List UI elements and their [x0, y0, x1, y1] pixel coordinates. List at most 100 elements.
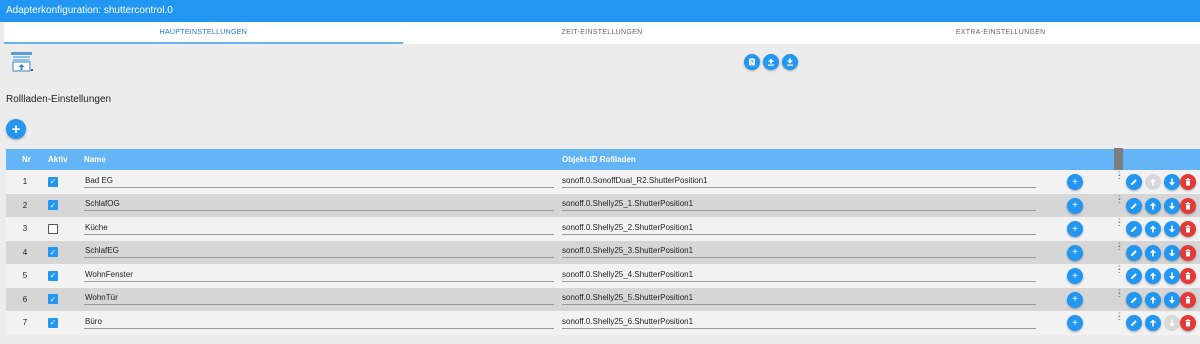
table-row: 4 ✓ SchlafEG sonoff.0.Shelly25_3.Shutter…: [6, 240, 1200, 265]
row-object-id-field[interactable]: sonoff.0.Shelly25_5.ShutterPosition1: [562, 288, 1040, 312]
drag-handle-icon[interactable]: ⁚⁚ ⁚⁚: [1118, 196, 1126, 205]
download-button[interactable]: [782, 54, 798, 70]
row-move-down-button[interactable]: [1164, 197, 1180, 214]
header-objekt-id: Objekt-ID Rollladen: [562, 155, 636, 164]
row-add-button[interactable]: +: [1067, 268, 1083, 284]
row-object-id-value: sonoff.0.Shelly25_4.ShutterPosition1: [562, 270, 1036, 282]
row-move-down-button[interactable]: [1164, 315, 1180, 331]
drag-handle-icon[interactable]: ⁚⁚ ⁚⁚: [1118, 172, 1126, 181]
pencil-icon: [1131, 296, 1137, 303]
arrow-down-icon: [1168, 249, 1176, 256]
row-delete-button[interactable]: [1180, 291, 1196, 308]
row-move-down-button[interactable]: [1164, 244, 1180, 261]
row-delete-button[interactable]: [1180, 244, 1196, 261]
row-object-id-value: sonoff.0.Shelly25_3.ShutterPosition1: [562, 246, 1036, 259]
row-add-button[interactable]: +: [1067, 221, 1083, 237]
checkbox-empty-icon: [48, 223, 58, 234]
row-active-checkbox[interactable]: ✓: [48, 264, 62, 288]
row-move-up-button[interactable]: [1145, 315, 1161, 331]
row-move-up-button[interactable]: [1145, 221, 1161, 237]
row-object-id-field[interactable]: sonoff.0.Shelly25_2.ShutterPosition1: [562, 217, 1040, 241]
tab-zeit-einstellungen[interactable]: ZEIT-EINSTELLUNGEN: [403, 22, 802, 44]
row-active-checkbox[interactable]: ✓: [48, 241, 62, 265]
drag-handle-icon[interactable]: ⁚⁚ ⁚⁚: [1118, 266, 1126, 275]
row-object-id-field[interactable]: sonoff.0.Shelly25_4.ShutterPosition1: [562, 264, 1040, 288]
drag-handle-icon[interactable]: ⁚⁚ ⁚⁚: [1118, 313, 1126, 322]
row-edit-button[interactable]: [1126, 268, 1142, 284]
table-row: 5 ✓ WohnFenster sonoff.0.Shelly25_4.Shut…: [6, 264, 1200, 288]
trash-icon: [1185, 319, 1191, 327]
table-header: Nr Aktiv Name Objekt-ID Rollladen: [6, 149, 1200, 170]
tab-extra-einstellungen[interactable]: EXTRA-EINSTELLUNGEN: [801, 22, 1200, 44]
svg-text:?: ?: [750, 60, 754, 66]
row-move-up-button[interactable]: [1145, 197, 1161, 214]
row-active-checkbox[interactable]: ✓: [48, 288, 62, 312]
row-move-up-button[interactable]: [1145, 244, 1161, 261]
row-add-button[interactable]: +: [1067, 315, 1083, 331]
table-row: 3 Küche sonoff.0.Shelly25_2.ShutterPosit…: [6, 217, 1200, 241]
row-add-button[interactable]: +: [1067, 291, 1083, 308]
arrow-up-icon: [1149, 178, 1157, 186]
row-name-field[interactable]: Büro: [84, 311, 558, 335]
checkmark-icon: ✓: [48, 270, 58, 281]
row-object-id-field[interactable]: sonoff.0.Shelly25_6.ShutterPosition1: [562, 311, 1040, 335]
row-object-id-field[interactable]: sonoff.0.SonoffDual_R2.ShutterPosition1: [562, 170, 1040, 194]
drag-handle-icon[interactable]: ⁚⁚ ⁚⁚: [1118, 290, 1126, 299]
row-edit-button[interactable]: [1126, 291, 1142, 308]
tab-bar: HAUPTEINSTELLUNGEN ZEIT-EINSTELLUNGEN EX…: [4, 22, 1200, 44]
help-button[interactable]: ?: [744, 54, 760, 70]
row-move-down-button[interactable]: [1164, 268, 1180, 284]
trash-icon: [1185, 201, 1191, 209]
drag-handle-icon[interactable]: ⁚⁚ ⁚⁚: [1118, 243, 1126, 252]
header-name: Name: [84, 155, 106, 164]
add-shutter-button[interactable]: +: [6, 119, 26, 139]
row-edit-button[interactable]: [1126, 197, 1142, 214]
row-delete-button[interactable]: [1180, 315, 1196, 331]
row-name-field[interactable]: SchlafOG: [84, 194, 558, 218]
row-delete-button[interactable]: [1180, 221, 1196, 237]
pencil-icon: [1131, 226, 1137, 232]
row-delete-button[interactable]: [1180, 174, 1196, 190]
row-move-down-button[interactable]: [1164, 221, 1180, 237]
row-name-field[interactable]: SchlafEG: [84, 241, 558, 265]
row-move-up-button[interactable]: [1145, 268, 1161, 284]
row-object-id-field[interactable]: sonoff.0.Shelly25_1.ShutterPosition1: [562, 194, 1040, 218]
row-add-button[interactable]: +: [1067, 174, 1083, 190]
upload-button[interactable]: [763, 54, 779, 70]
row-name-value: Küche: [84, 223, 554, 235]
row-active-checkbox[interactable]: ✓: [48, 170, 62, 194]
upload-icon: [768, 58, 774, 66]
arrow-up-icon: [1149, 296, 1157, 303]
row-name-value: SchlafOG: [84, 199, 554, 212]
row-delete-button[interactable]: [1180, 197, 1196, 214]
row-move-down-button[interactable]: [1164, 174, 1180, 190]
row-name-value: Büro: [84, 317, 554, 329]
row-active-checkbox[interactable]: [48, 217, 62, 241]
pencil-icon: [1131, 273, 1137, 279]
arrow-up-icon: [1149, 272, 1157, 280]
row-name-field[interactable]: Küche: [84, 217, 558, 241]
row-name-value: SchlafEG: [84, 246, 554, 259]
window-title: Adapterkonfiguration: shuttercontrol.0: [0, 0, 1200, 22]
column-resize-handle[interactable]: [1114, 148, 1123, 170]
tab-haupteinstellungen[interactable]: HAUPTEINSTELLUNGEN: [4, 22, 403, 44]
row-name-field[interactable]: Bad EG: [84, 170, 558, 194]
row-active-checkbox[interactable]: ✓: [48, 194, 62, 218]
row-delete-button[interactable]: [1180, 268, 1196, 284]
row-nr: 1: [22, 177, 28, 187]
row-move-down-button[interactable]: [1164, 291, 1180, 308]
row-move-up-button[interactable]: [1145, 174, 1161, 190]
row-object-id-field[interactable]: sonoff.0.Shelly25_3.ShutterPosition1: [562, 241, 1040, 265]
row-object-id-value: sonoff.0.Shelly25_6.ShutterPosition1: [562, 317, 1036, 329]
row-name-field[interactable]: WohnTür: [84, 288, 558, 312]
drag-handle-icon[interactable]: ⁚⁚ ⁚⁚: [1118, 219, 1126, 228]
row-add-button[interactable]: +: [1067, 197, 1083, 214]
row-edit-button[interactable]: [1126, 315, 1142, 331]
row-edit-button[interactable]: [1126, 174, 1142, 190]
row-edit-button[interactable]: [1126, 244, 1142, 261]
row-move-up-button[interactable]: [1145, 291, 1161, 308]
row-edit-button[interactable]: [1126, 221, 1142, 237]
row-name-field[interactable]: WohnFenster: [84, 264, 558, 288]
row-add-button[interactable]: +: [1067, 244, 1083, 261]
row-active-checkbox[interactable]: ✓: [48, 311, 62, 335]
